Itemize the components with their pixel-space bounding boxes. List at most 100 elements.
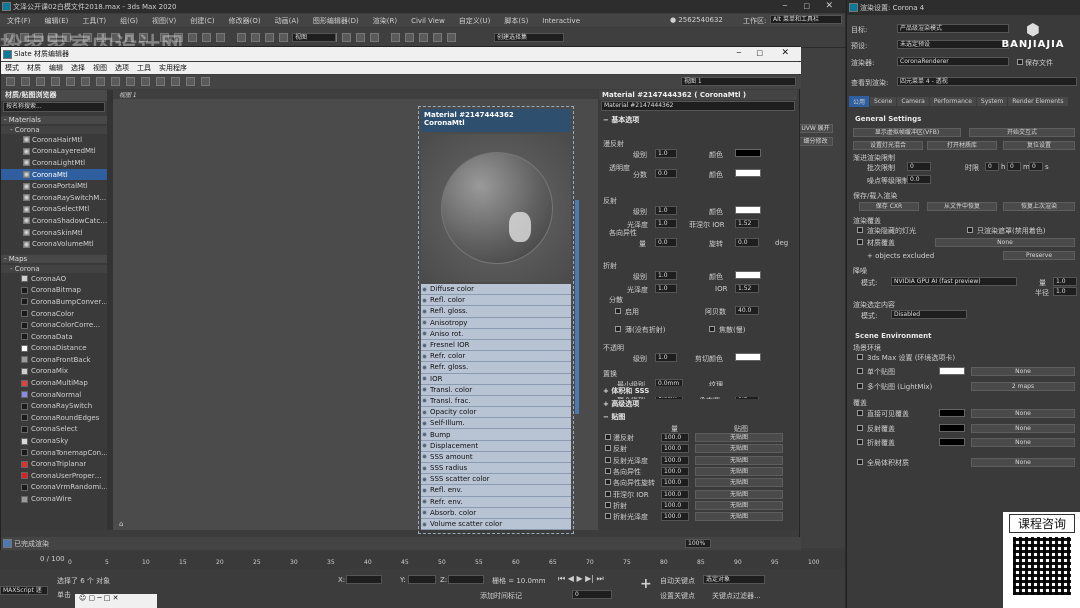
slate-tool-icon[interactable] bbox=[141, 77, 150, 86]
slate-menu-item-1[interactable]: 材质 bbox=[23, 63, 45, 73]
map-list-item[interactable]: CoronaData bbox=[1, 331, 107, 343]
map-list-item[interactable]: CoronaDistance bbox=[1, 343, 107, 355]
browser-search-input[interactable]: 按名称搜索... bbox=[3, 102, 105, 112]
override-checkbox[interactable] bbox=[857, 425, 863, 431]
map-amount-field[interactable]: 100.0 bbox=[661, 489, 689, 499]
noise-limit-field[interactable]: 0.0 bbox=[907, 175, 931, 184]
material-list-item[interactable]: CoronaLightMtl bbox=[1, 157, 107, 169]
node-input-slot[interactable]: Transl. frac. bbox=[421, 395, 571, 408]
thin-checkbox[interactable] bbox=[615, 326, 621, 332]
map-list-item[interactable]: CoronaFrontBack bbox=[1, 354, 107, 366]
map-list-item[interactable]: CoronaColorCorre… bbox=[1, 319, 107, 331]
node-input-slot[interactable]: Refr. env. bbox=[421, 496, 571, 508]
playback-controls[interactable]: ⏮ ◀ ▶ ▶| ⏭ bbox=[558, 574, 604, 584]
menu-item-2[interactable]: 工具(T) bbox=[75, 16, 113, 26]
slate-tool-icon[interactable] bbox=[21, 77, 30, 86]
material-list-item[interactable]: CoronaShadowCatc… bbox=[1, 215, 107, 227]
override-map-slot[interactable]: None bbox=[971, 424, 1075, 433]
slate-tool-icon[interactable] bbox=[126, 77, 135, 86]
caustics-checkbox[interactable] bbox=[709, 326, 715, 332]
node-input-slot[interactable]: Displacement bbox=[421, 440, 571, 452]
material-name-field[interactable]: Material #2147444362 bbox=[601, 101, 795, 111]
slate-minimize-icon[interactable]: ─ bbox=[737, 49, 741, 57]
materials-group-header[interactable]: - Materials bbox=[1, 116, 107, 124]
scene-environment-header[interactable]: Scene Environment bbox=[851, 331, 1077, 342]
slate-tool-icon[interactable] bbox=[66, 77, 75, 86]
resume-from-file-button[interactable]: 从文件中恢复 bbox=[927, 202, 997, 211]
key-filters-button[interactable]: 关键点过滤器... bbox=[712, 591, 761, 601]
slate-tool-icon[interactable] bbox=[96, 77, 105, 86]
override-checkbox[interactable] bbox=[857, 410, 863, 416]
diffuse-color[interactable] bbox=[735, 149, 761, 157]
override-map-slot[interactable]: None bbox=[971, 409, 1075, 418]
maxscript-listener[interactable]: MAXScript 迷 bbox=[0, 586, 48, 595]
open-library-button[interactable]: 打开材质库 bbox=[927, 141, 997, 150]
volume-rollout[interactable]: + 体积和 SSS bbox=[599, 386, 789, 397]
toolbar-tool-icon[interactable] bbox=[433, 33, 442, 42]
map-amount-field[interactable]: 100.0 bbox=[661, 500, 689, 510]
map-list-item[interactable]: CoronaNormal bbox=[1, 389, 107, 401]
navigation-icon[interactable]: ⌂ bbox=[119, 520, 123, 528]
reflection-color[interactable] bbox=[735, 206, 761, 214]
toolbar-tool-icon[interactable] bbox=[251, 33, 260, 42]
map-enable-checkbox[interactable] bbox=[605, 456, 611, 463]
map-list-item[interactable]: CoronaRaySwitch bbox=[1, 400, 107, 412]
x-coord-field[interactable] bbox=[346, 575, 382, 584]
add-time-tag[interactable]: 添加时间标记 bbox=[480, 591, 522, 601]
map-amount-field[interactable]: 100.0 bbox=[661, 478, 689, 488]
node-input-slot[interactable]: Transl. color bbox=[421, 384, 571, 396]
view-tab[interactable]: 视图 1 bbox=[113, 90, 598, 99]
slate-tool-icon[interactable] bbox=[186, 77, 195, 86]
material-override-slot[interactable]: None bbox=[935, 238, 1075, 247]
material-list-item[interactable]: CoronaPortalMtl bbox=[1, 180, 107, 192]
material-list-item[interactable]: CoronaVolumeMtl bbox=[1, 238, 107, 250]
map-list-item[interactable]: CoronaColor bbox=[1, 308, 107, 320]
y-coord-field[interactable] bbox=[408, 575, 436, 584]
node-input-slot[interactable]: Aniso rot. bbox=[421, 328, 571, 340]
node-input-slot[interactable]: SSS radius bbox=[421, 463, 571, 475]
seconds-field[interactable]: 0 bbox=[1029, 162, 1043, 171]
override-map-slot[interactable]: None bbox=[971, 438, 1075, 447]
global-volume-slot[interactable]: None bbox=[971, 458, 1075, 467]
slate-menu-item-3[interactable]: 选择 bbox=[67, 63, 89, 73]
close-icon[interactable]: ✕ bbox=[825, 1, 833, 11]
node-input-slot[interactable]: IOR bbox=[421, 373, 571, 385]
menu-item-10[interactable]: Civil View bbox=[404, 17, 452, 25]
node-input-slot[interactable]: Fresnel IOR bbox=[421, 339, 571, 352]
map-amount-field[interactable]: 100.0 bbox=[661, 512, 689, 522]
minutes-field[interactable]: 0 bbox=[1007, 162, 1021, 171]
current-frame-field[interactable]: 0 bbox=[572, 590, 612, 599]
auto-key-button[interactable]: 自动关键点 bbox=[660, 576, 695, 586]
slate-menu-item-4[interactable]: 视图 bbox=[89, 63, 111, 73]
override-color-swatch[interactable] bbox=[939, 438, 965, 446]
map-slot-button[interactable]: 无贴图 bbox=[695, 455, 783, 465]
workspace-dropdown[interactable]: Alt 菜单和工具栏 bbox=[770, 15, 842, 24]
node-input-slot[interactable]: Refl. gloss. bbox=[421, 306, 571, 318]
env-map-slot[interactable]: None bbox=[971, 367, 1075, 376]
slate-tool-icon[interactable] bbox=[111, 77, 120, 86]
translucency-color[interactable] bbox=[735, 169, 761, 177]
user-badge[interactable]: ● 2562540632 bbox=[670, 16, 723, 24]
override-color-swatch[interactable] bbox=[939, 409, 965, 417]
node-input-slot[interactable]: Opacity color bbox=[421, 407, 571, 419]
selection-set-dropdown[interactable]: 创建选择集 bbox=[494, 33, 564, 42]
map-list-item[interactable]: CoronaMix bbox=[1, 366, 107, 378]
node-input-slot[interactable]: Bump bbox=[421, 429, 571, 441]
map-list-item[interactable]: CoronaSky bbox=[1, 435, 107, 447]
menu-item-6[interactable]: 修改器(O) bbox=[222, 16, 268, 26]
map-list-item[interactable]: CoronaTriplanar bbox=[1, 458, 107, 470]
map-list-item[interactable]: CoronaSelect bbox=[1, 424, 107, 436]
map-list-item[interactable]: CoronaVrmRandomi… bbox=[1, 482, 107, 494]
reset-settings-button[interactable]: 复位设置 bbox=[1003, 141, 1075, 150]
map-slot-button[interactable]: 无贴图 bbox=[695, 444, 783, 454]
map-list-item[interactable]: CoronaBumpConver… bbox=[1, 296, 107, 308]
slate-tool-icon[interactable] bbox=[51, 77, 60, 86]
node-input-slot[interactable]: Refl. color bbox=[421, 295, 571, 307]
resume-last-button[interactable]: 恢复上次渲染 bbox=[1003, 202, 1075, 211]
dispersion-enable-checkbox[interactable] bbox=[615, 308, 621, 314]
light-mix-button[interactable]: 设置灯光混合 bbox=[853, 141, 923, 150]
map-list-item[interactable]: CoronaUserProper… bbox=[1, 470, 107, 482]
map-enable-checkbox[interactable] bbox=[605, 501, 611, 508]
refraction-level[interactable]: 1.0 bbox=[655, 271, 677, 280]
map-slot-button[interactable]: 无贴图 bbox=[695, 433, 783, 442]
